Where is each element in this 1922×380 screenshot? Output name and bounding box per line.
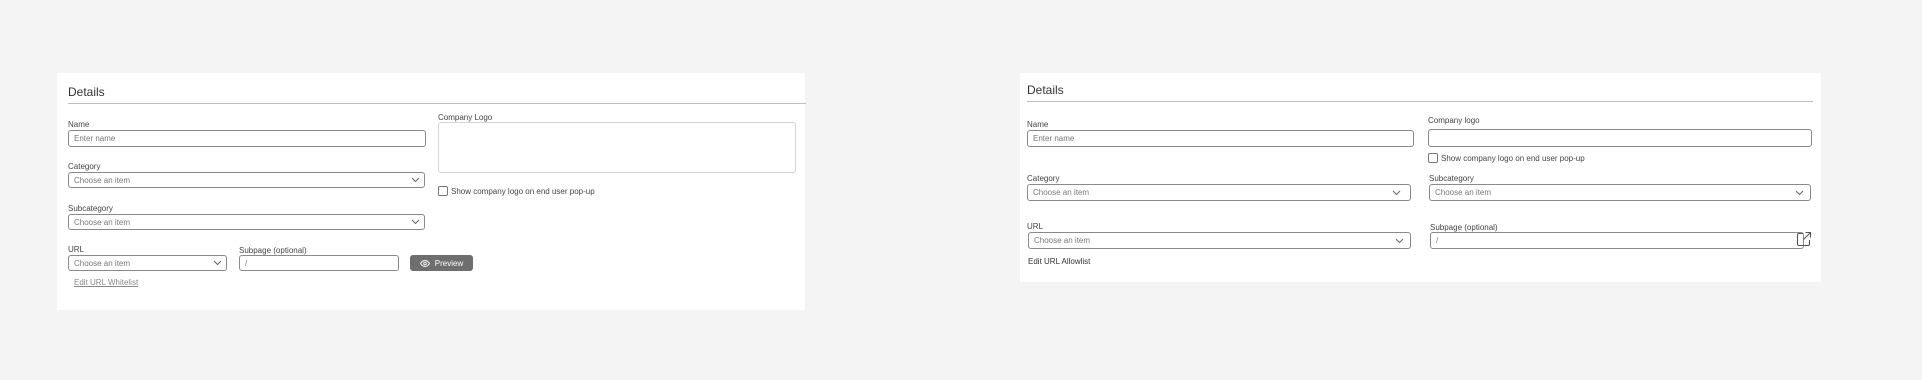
subpage-input[interactable]: /: [1430, 232, 1804, 249]
name-label: Name: [68, 120, 90, 129]
preview-label: Preview: [434, 258, 464, 268]
show-logo-checkbox[interactable]: [1428, 153, 1438, 163]
eye-icon: [419, 259, 430, 267]
title-divider: [68, 103, 806, 104]
subpage-value: /: [1436, 236, 1439, 245]
category-value: Choose an item: [1033, 188, 1090, 197]
category-value: Choose an item: [74, 175, 131, 185]
details-panel-left: Details Name Enter name Category Choose …: [57, 73, 806, 310]
company-logo-dropzone[interactable]: [438, 122, 796, 173]
url-value: Choose an item: [74, 258, 131, 268]
show-logo-label: Show company logo on end user pop-up: [1441, 154, 1585, 163]
company-logo-input[interactable]: [1428, 129, 1812, 147]
subcategory-value: Choose an item: [1435, 188, 1492, 197]
name-input[interactable]: Enter name: [1027, 130, 1414, 147]
chevron-down-icon: [1795, 190, 1804, 195]
name-label: Name: [1027, 120, 1049, 129]
subcategory-label: Subcategory: [1429, 174, 1474, 183]
panel-title: Details: [1027, 83, 1064, 97]
url-select[interactable]: Choose an item: [68, 255, 227, 271]
category-select[interactable]: Choose an item: [68, 172, 425, 188]
name-placeholder: Enter name: [74, 134, 116, 143]
chevron-down-icon: [1392, 190, 1401, 195]
external-link-icon[interactable]: [1796, 231, 1812, 247]
url-label: URL: [68, 245, 85, 254]
category-label: Category: [1027, 174, 1060, 183]
subpage-input[interactable]: /: [239, 255, 399, 271]
category-label: Category: [68, 162, 101, 171]
company-logo-label: Company logo: [1428, 116, 1480, 125]
company-logo-label: Company Logo: [438, 113, 493, 122]
preview-button[interactable]: Preview: [410, 255, 473, 271]
show-logo-label: Show company logo on end user pop-up: [451, 187, 595, 196]
chevron-down-icon: [411, 177, 420, 183]
category-select[interactable]: Choose an item: [1027, 184, 1411, 201]
name-input[interactable]: Enter name: [68, 130, 426, 147]
subpage-label: Subpage (optional): [1430, 223, 1498, 232]
url-value: Choose an item: [1034, 236, 1091, 245]
subcategory-select[interactable]: Choose an item: [1429, 184, 1811, 201]
subcategory-value: Choose an item: [74, 217, 131, 227]
edit-url-whitelist-link[interactable]: Edit URL Whitelist: [74, 278, 138, 287]
url-select[interactable]: Choose an item: [1028, 232, 1411, 249]
panel-title: Details: [68, 85, 105, 99]
subpage-label: Subpage (optional): [239, 246, 307, 255]
title-divider: [1027, 101, 1813, 102]
chevron-down-icon: [1395, 238, 1404, 243]
name-placeholder: Enter name: [1033, 134, 1075, 143]
details-panel-right: Details Name Enter name Company logo Sho…: [1020, 73, 1821, 282]
chevron-down-icon: [411, 219, 420, 225]
show-logo-checkbox[interactable]: [438, 186, 448, 196]
subpage-value: /: [245, 258, 248, 268]
subcategory-label: Subcategory: [68, 204, 113, 213]
edit-url-allowlist-link[interactable]: Edit URL Allowlist: [1028, 257, 1090, 266]
url-label: URL: [1027, 222, 1044, 231]
chevron-down-icon: [213, 260, 222, 266]
subcategory-select[interactable]: Choose an item: [68, 214, 425, 230]
